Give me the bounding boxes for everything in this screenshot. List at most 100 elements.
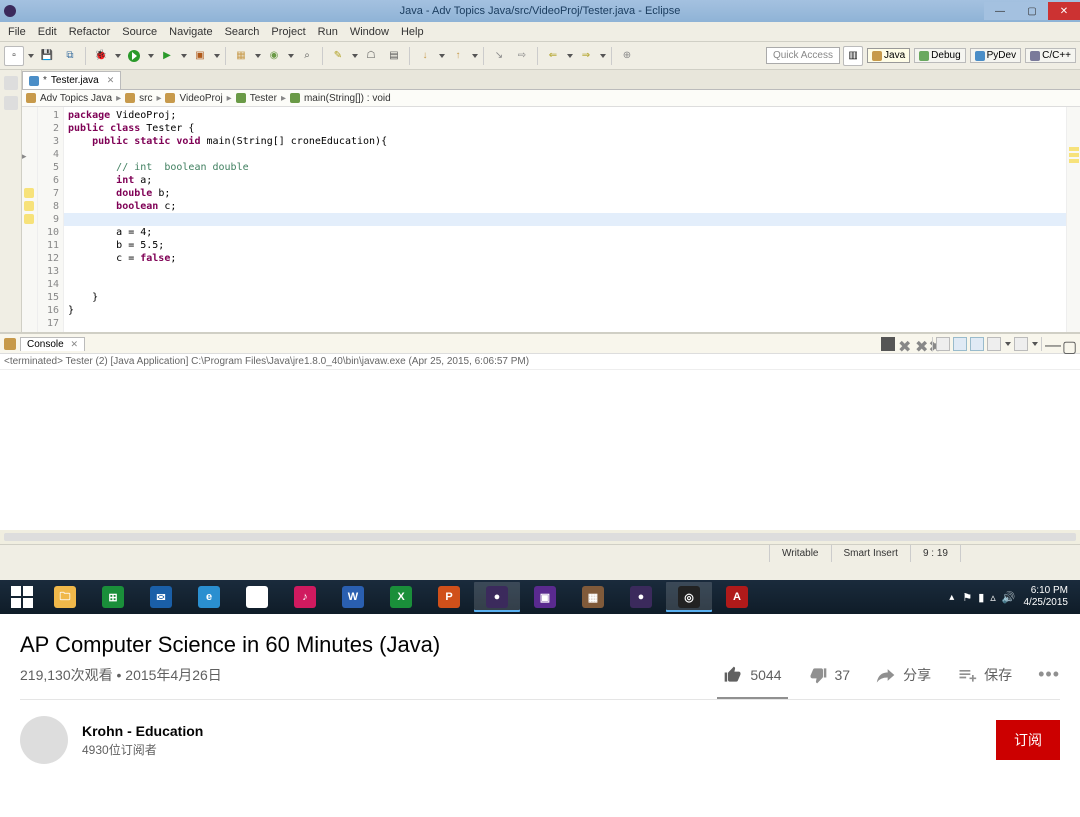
close-tab-icon[interactable]: ✕: [107, 75, 115, 86]
start-button[interactable]: [4, 582, 40, 612]
breadcrumb-bar[interactable]: Adv Topics Java▸src▸VideoProj▸Tester▸mai…: [22, 90, 1080, 107]
step-icon[interactable]: ↘: [489, 46, 509, 66]
window-titlebar[interactable]: Java - Adv Topics Java/src/VideoProj/Tes…: [0, 0, 1080, 22]
tray-clock[interactable]: 6:10 PM 4/25/2015: [1024, 585, 1069, 609]
search-icon[interactable]: ✎: [328, 46, 348, 66]
breadcrumb-item[interactable]: VideoProj: [179, 93, 222, 104]
view-icon[interactable]: [4, 76, 18, 90]
taskbar-app-visual-studio[interactable]: ▣: [522, 582, 568, 612]
more-actions-button[interactable]: •••: [1038, 664, 1060, 685]
open-perspective-icon[interactable]: ▥: [843, 46, 863, 66]
menu-run[interactable]: Run: [318, 26, 338, 38]
terminate-icon[interactable]: [881, 337, 895, 351]
pin-console-icon[interactable]: [970, 337, 984, 351]
run-last-icon[interactable]: ▶: [157, 46, 177, 66]
display-console-icon[interactable]: [987, 337, 1001, 351]
console-output[interactable]: [0, 370, 1080, 530]
new-class-icon[interactable]: ◉: [264, 46, 284, 66]
window-close-button[interactable]: ✕: [1048, 2, 1080, 20]
battery-icon[interactable]: ▮: [978, 591, 984, 604]
maximize-view-icon[interactable]: ▢: [1062, 337, 1076, 351]
code-editor[interactable]: ▸ 1234567891011121314151617 package Vide…: [22, 107, 1080, 332]
taskbar-app-store[interactable]: ⊞: [90, 582, 136, 612]
debug-icon[interactable]: 🐞: [91, 46, 111, 66]
window-maximize-button[interactable]: ▢: [1016, 2, 1048, 20]
taskbar-app-powerpoint[interactable]: P: [426, 582, 472, 612]
taskbar-app-word[interactable]: W: [330, 582, 376, 612]
taskbar-app-chrome[interactable]: ◉: [234, 582, 280, 612]
new-package-icon[interactable]: ▦: [231, 46, 251, 66]
network-icon[interactable]: ▵: [990, 591, 996, 604]
like-button[interactable]: 5044: [723, 665, 781, 699]
breadcrumb-item[interactable]: Adv Topics Java: [40, 93, 112, 104]
taskbar-app-excel[interactable]: X: [378, 582, 424, 612]
new-icon[interactable]: ▫: [4, 46, 24, 66]
taskbar-app-itunes[interactable]: ♪: [282, 582, 328, 612]
run-icon[interactable]: [124, 46, 144, 66]
clear-console-icon[interactable]: [936, 337, 950, 351]
subscribe-button[interactable]: 订阅: [996, 720, 1060, 760]
breadcrumb-item[interactable]: Tester: [250, 93, 277, 104]
toggle-breadcrumb-icon[interactable]: ▤: [384, 46, 404, 66]
breadcrumb-item[interactable]: main(String[]) : void: [304, 93, 391, 104]
next-annotation-icon[interactable]: ↓: [415, 46, 435, 66]
menu-search[interactable]: Search: [225, 26, 260, 38]
view-icon[interactable]: [4, 96, 18, 110]
menu-window[interactable]: Window: [350, 26, 389, 38]
perspective-debug[interactable]: Debug: [914, 48, 965, 63]
back-icon[interactable]: ⇐: [543, 46, 563, 66]
menu-navigate[interactable]: Navigate: [169, 26, 212, 38]
perspective-java[interactable]: Java: [867, 48, 910, 63]
menu-file[interactable]: File: [8, 26, 26, 38]
external-tools-icon[interactable]: ▣: [190, 46, 210, 66]
window-minimize-button[interactable]: —: [984, 2, 1016, 20]
editor-tab-tester[interactable]: Tester.java ✕: [22, 71, 121, 89]
taskbar-app-eclipse2[interactable]: ●: [618, 582, 664, 612]
prev-annotation-icon[interactable]: ↑: [448, 46, 468, 66]
menu-edit[interactable]: Edit: [38, 26, 57, 38]
minimize-view-icon[interactable]: —: [1045, 337, 1059, 351]
save-icon[interactable]: 💾: [37, 46, 57, 66]
menu-help[interactable]: Help: [401, 26, 424, 38]
dislike-button[interactable]: 37: [808, 665, 851, 685]
open-type-icon[interactable]: ⌕: [297, 46, 317, 66]
channel-avatar[interactable]: [20, 716, 68, 764]
taskbar-app-acrobat[interactable]: A: [714, 582, 760, 612]
flag-icon[interactable]: ⚑: [962, 591, 972, 604]
toggle-mark-icon[interactable]: ☖: [361, 46, 381, 66]
run-to-icon[interactable]: ⇨: [512, 46, 532, 66]
taskbar-app-ie[interactable]: e: [186, 582, 232, 612]
horizontal-scrollbar[interactable]: [0, 530, 1080, 544]
obs-icon: ◎: [678, 586, 700, 608]
quick-access-field[interactable]: Quick Access: [766, 47, 840, 64]
breadcrumb-item[interactable]: src: [139, 93, 152, 104]
taskbar-app-eclipse[interactable]: ●: [474, 582, 520, 612]
perspective-pydev[interactable]: PyDev: [970, 48, 1021, 63]
code-content[interactable]: package VideoProj;public class Tester { …: [64, 107, 1066, 332]
channel-name[interactable]: Krohn - Education: [82, 723, 203, 739]
console-tab[interactable]: Console ✕: [20, 337, 85, 351]
taskbar-app-obs[interactable]: ◎: [666, 582, 712, 612]
taskbar-app-mail[interactable]: ✉: [138, 582, 184, 612]
perspective-cc[interactable]: C/C++: [1025, 48, 1076, 63]
system-tray[interactable]: ▴ ⚑ ▮ ▵ 🔊 6:10 PM 4/25/2015: [949, 585, 1076, 609]
save-all-icon[interactable]: ⧉: [60, 46, 80, 66]
remove-all-icon[interactable]: ✖✖: [915, 337, 929, 351]
share-button[interactable]: 分享: [876, 665, 931, 685]
share-icon: [876, 665, 896, 685]
open-console-icon[interactable]: [1014, 337, 1028, 351]
close-icon[interactable]: ✕: [70, 339, 78, 349]
menu-refactor[interactable]: Refactor: [69, 26, 111, 38]
taskbar-app-file-explorer[interactable]: 🗀: [42, 582, 88, 612]
overview-ruler[interactable]: [1066, 107, 1080, 332]
save-button[interactable]: 保存: [957, 665, 1012, 685]
tray-chevron-up-icon[interactable]: ▴: [949, 592, 954, 603]
scroll-lock-icon[interactable]: [953, 337, 967, 351]
menu-project[interactable]: Project: [271, 26, 305, 38]
taskbar-app-app1[interactable]: ▦: [570, 582, 616, 612]
remove-launch-icon[interactable]: ✖: [898, 337, 912, 351]
menu-source[interactable]: Source: [122, 26, 157, 38]
volume-icon[interactable]: 🔊: [1002, 591, 1016, 604]
forward-icon[interactable]: ⇒: [576, 46, 596, 66]
pin-icon[interactable]: ⊕: [617, 46, 637, 66]
